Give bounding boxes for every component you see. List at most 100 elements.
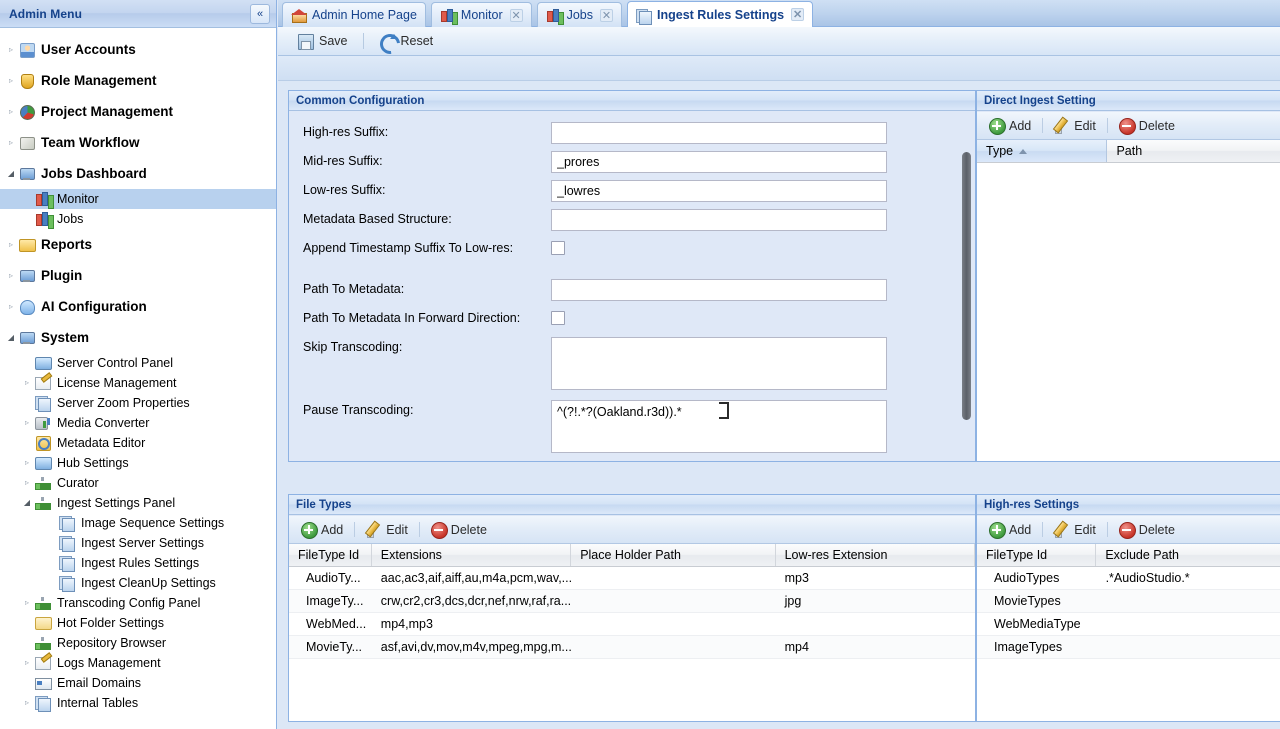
input-mid-res-suffix[interactable]	[551, 151, 887, 173]
sidebar-item-hub-settings[interactable]: ▹ Hub Settings	[0, 453, 276, 473]
sidebar-item-role-management[interactable]: ▹ Role Management	[0, 65, 276, 96]
input-high-res-suffix[interactable]	[551, 122, 887, 144]
textarea-pause-transcoding[interactable]	[551, 400, 887, 453]
table-row[interactable]: ImageTy... crw,cr2,cr3,dcs,dcr,nef,nrw,ra…	[289, 590, 975, 613]
common-configuration-scrollbar[interactable]	[959, 112, 975, 461]
file-types-add-button[interactable]: Add	[295, 520, 349, 539]
chevron-right-icon[interactable]: ▹	[4, 107, 18, 116]
chevron-right-icon[interactable]: ▹	[4, 45, 18, 54]
sidebar-item-image-sequence-settings[interactable]: Image Sequence Settings	[0, 513, 276, 533]
chevron-right-icon[interactable]: ▹	[20, 459, 34, 467]
chevron-right-icon[interactable]: ▹	[20, 419, 34, 427]
sidebar-item-ingest-cleanup-settings[interactable]: Ingest CleanUp Settings	[0, 573, 276, 593]
chevron-right-icon[interactable]: ▹	[20, 659, 34, 667]
direct-ingest-delete-button[interactable]: Delete	[1113, 116, 1181, 135]
highres-delete-button[interactable]: Delete	[1113, 520, 1181, 539]
table-row[interactable]: AudioTy... aac,ac3,aif,aiff,au,m4a,pcm,wa…	[289, 567, 975, 590]
chevron-right-icon[interactable]: ▹	[20, 379, 34, 387]
direct-ingest-edit-button[interactable]: Edit	[1048, 116, 1102, 135]
tab-admin-home-page[interactable]: Admin Home Page	[282, 2, 426, 27]
sidebar-item-email-domains[interactable]: Email Domains	[0, 673, 276, 693]
save-button[interactable]: Save	[288, 29, 357, 53]
input-metadata-based-structure[interactable]	[551, 209, 887, 231]
table-row[interactable]: AudioTypes .*AudioStudio.*	[977, 567, 1280, 590]
sidebar-item-user-accounts[interactable]: ▹ User Accounts	[0, 34, 276, 65]
sidebar-item-project-management[interactable]: ▹ Project Management	[0, 96, 276, 127]
checkbox-path-to-metadata-in-forward-direction[interactable]	[551, 311, 565, 325]
chevron-right-icon[interactable]: ▹	[20, 479, 34, 487]
close-icon[interactable]: ✕	[600, 8, 614, 22]
sidebar-item-logs-management[interactable]: ▹ Logs Management	[0, 653, 276, 673]
scrollbar-thumb[interactable]	[962, 152, 971, 420]
column-header-exclude-path[interactable]: Exclude Path	[1096, 544, 1280, 566]
column-header-type[interactable]: Type	[977, 140, 1108, 162]
sidebar-item-jobs[interactable]: Jobs	[0, 209, 276, 229]
checkbox-append-timestamp-suffix-to-low-res[interactable]	[551, 241, 565, 255]
sidebar-item-ingest-settings-panel[interactable]: ◢ Ingest Settings Panel	[0, 493, 276, 513]
sidebar-item-system[interactable]: ◢ System	[0, 322, 276, 353]
sidebar-item-reports[interactable]: ▹ Reports	[0, 229, 276, 260]
tab-jobs[interactable]: Jobs ✕	[536, 2, 623, 27]
close-icon[interactable]: ✕	[791, 8, 805, 21]
sidebar-item-server-zoom-properties[interactable]: Server Zoom Properties	[0, 393, 276, 413]
highres-edit-button[interactable]: Edit	[1048, 520, 1102, 539]
chevron-right-icon[interactable]: ▹	[20, 599, 34, 607]
column-header-low-res-extension[interactable]: Low-res Extension	[776, 544, 975, 566]
textarea-skip-transcoding[interactable]	[551, 337, 887, 390]
file-types-delete-button[interactable]: Delete	[425, 520, 493, 539]
sidebar-item-internal-tables[interactable]: ▹ Internal Tables	[0, 693, 276, 713]
sidebar-item-hot-folder-settings[interactable]: Hot Folder Settings	[0, 613, 276, 633]
file-types-edit-button[interactable]: Edit	[360, 520, 414, 539]
chevron-right-icon[interactable]: ▹	[4, 302, 18, 311]
table-row[interactable]: ImageTypes	[977, 636, 1280, 659]
sidebar-item-label: AI Configuration	[41, 299, 147, 314]
sidebar-item-metadata-editor[interactable]: Metadata Editor	[0, 433, 276, 453]
column-header-place-holder-path[interactable]: Place Holder Path	[571, 544, 776, 566]
sidebar-item-team-workflow[interactable]: ▹ Team Workflow	[0, 127, 276, 158]
input-path-to-metadata[interactable]	[551, 279, 887, 301]
column-header-extensions[interactable]: Extensions	[372, 544, 572, 566]
column-header-filetype-id[interactable]: FileType Id	[977, 544, 1097, 566]
chevron-right-icon[interactable]: ▹	[4, 76, 18, 85]
sidebar-item-media-converter[interactable]: ▹ Media Converter	[0, 413, 276, 433]
chevron-right-icon[interactable]: ▹	[20, 699, 34, 707]
sidebar-collapse-button[interactable]: «	[250, 4, 270, 24]
highres-add-button[interactable]: Add	[983, 520, 1037, 539]
sidebar-item-server-control-panel[interactable]: Server Control Panel	[0, 353, 276, 373]
tab-ingest-rules-settings[interactable]: Ingest Rules Settings ✕	[627, 1, 814, 27]
chevron-right-icon[interactable]: ▹	[4, 271, 18, 280]
tab-monitor[interactable]: Monitor ✕	[430, 2, 532, 27]
sidebar-item-ingest-rules-settings[interactable]: Ingest Rules Settings	[0, 553, 276, 573]
direct-ingest-add-button[interactable]: Add	[983, 116, 1037, 135]
sidebar-item-curator[interactable]: ▹ Curator	[0, 473, 276, 493]
reset-button-label: Reset	[400, 34, 434, 48]
sidebar-item-transcoding-config-panel[interactable]: ▹ Transcoding Config Panel	[0, 593, 276, 613]
column-header-filetype-id[interactable]: FileType Id	[289, 544, 372, 566]
sidebar-item-jobs-dashboard[interactable]: ◢ Jobs Dashboard	[0, 158, 276, 189]
sidebar-item-ai-configuration[interactable]: ▹ AI Configuration	[0, 291, 276, 322]
chevron-down-icon[interactable]: ◢	[4, 169, 18, 178]
input-low-res-suffix[interactable]	[551, 180, 887, 202]
chevron-down-icon[interactable]: ◢	[20, 499, 34, 507]
tree-spacer[interactable]	[20, 195, 34, 203]
tab-label: Monitor	[460, 8, 503, 22]
sidebar-item-plugin[interactable]: ▹ Plugin	[0, 260, 276, 291]
sidebar-item-monitor[interactable]: Monitor	[0, 189, 276, 209]
sidebar-item-repository-browser[interactable]: Repository Browser	[0, 633, 276, 653]
bar-chart-icon	[34, 211, 52, 227]
column-header-path[interactable]: Path	[1107, 140, 1280, 162]
close-icon[interactable]: ✕	[509, 8, 523, 22]
table-row[interactable]: WebMediaType	[977, 613, 1280, 636]
table-row[interactable]: MovieTy... asf,avi,dv,mov,m4v,mpeg,mpg,m.…	[289, 636, 975, 659]
sidebar-item-license-management[interactable]: ▹ License Management	[0, 373, 276, 393]
chevron-right-icon[interactable]: ▹	[4, 240, 18, 249]
chevron-down-icon[interactable]: ◢	[4, 333, 18, 342]
table-row[interactable]: MovieTypes	[977, 590, 1280, 613]
chevron-right-icon[interactable]: ▹	[4, 138, 18, 147]
table-row[interactable]: WebMed... mp4,mp3	[289, 613, 975, 636]
sort-ascending-icon	[1019, 148, 1028, 154]
reset-button[interactable]: Reset	[370, 29, 443, 53]
sidebar-item-ingest-server-settings[interactable]: Ingest Server Settings	[0, 533, 276, 553]
